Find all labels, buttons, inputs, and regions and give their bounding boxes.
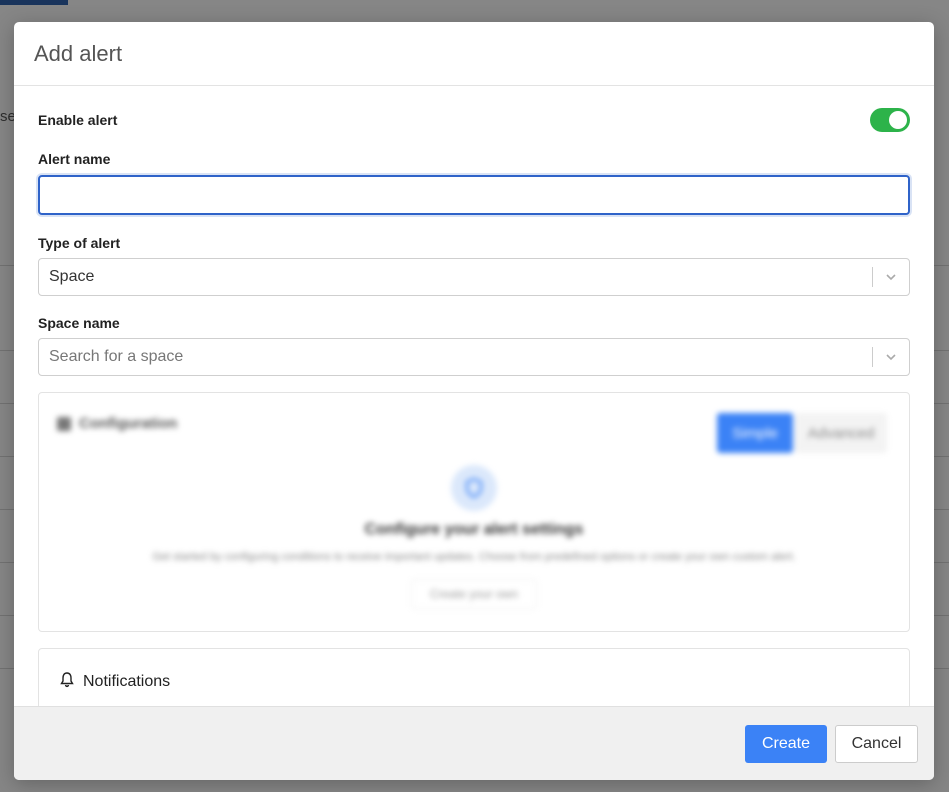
space-name-select[interactable]: Search for a space: [38, 338, 910, 376]
simple-mode-button[interactable]: Simple: [717, 413, 793, 453]
alert-type-label: Type of alert: [38, 235, 121, 251]
create-button[interactable]: Create: [745, 724, 827, 763]
enable-alert-label: Enable alert: [38, 112, 118, 128]
configuration-title: Configuration: [79, 415, 178, 432]
configuration-heading: Configure your alert settings: [364, 521, 584, 538]
dialog-body[interactable]: Enable alert Alert name Type of alert Sp…: [14, 87, 934, 706]
space-name-placeholder: Search for a space: [49, 348, 184, 365]
chevron-down-icon[interactable]: [873, 350, 909, 364]
enable-alert-toggle[interactable]: [870, 108, 910, 132]
notifications-section: Notifications: [38, 648, 910, 706]
shield-icon: [451, 465, 497, 511]
notifications-header: Notifications: [59, 671, 170, 693]
add-alert-dialog: Add alert Enable alert Alert name Type o…: [14, 22, 934, 780]
configuration-section: Configuration Simple Advanced Configure …: [38, 392, 910, 632]
space-name-label: Space name: [38, 315, 120, 331]
advanced-mode-button[interactable]: Advanced: [795, 413, 887, 453]
alert-name-label-row: Alert name: [38, 149, 910, 169]
alert-type-select[interactable]: Space: [38, 258, 910, 296]
notifications-title: Notifications: [83, 673, 171, 690]
alert-name-input[interactable]: [38, 175, 910, 215]
space-name-label-row: Space name: [38, 313, 910, 333]
configuration-description: Get started by configuring conditions to…: [152, 551, 796, 563]
alert-type-label-row: Type of alert: [38, 233, 910, 253]
cancel-button[interactable]: Cancel: [835, 724, 918, 763]
dialog-footer: Create Cancel: [14, 706, 934, 780]
configuration-header: Configuration: [57, 415, 177, 432]
dialog-title: Add alert: [34, 40, 123, 66]
alert-type-value: Space: [49, 268, 95, 285]
dialog-header: Add alert: [14, 22, 934, 86]
toggle-knob: [889, 111, 907, 129]
configuration-icon: [57, 416, 71, 431]
chevron-down-icon[interactable]: [873, 270, 909, 284]
create-custom-alert-button[interactable]: Create your own: [411, 579, 537, 609]
enable-alert-row: Enable alert: [38, 99, 910, 141]
bell-icon: [59, 671, 75, 693]
configuration-blurred-content: Configuration Simple Advanced Configure …: [39, 393, 909, 631]
alert-name-label: Alert name: [38, 151, 111, 167]
